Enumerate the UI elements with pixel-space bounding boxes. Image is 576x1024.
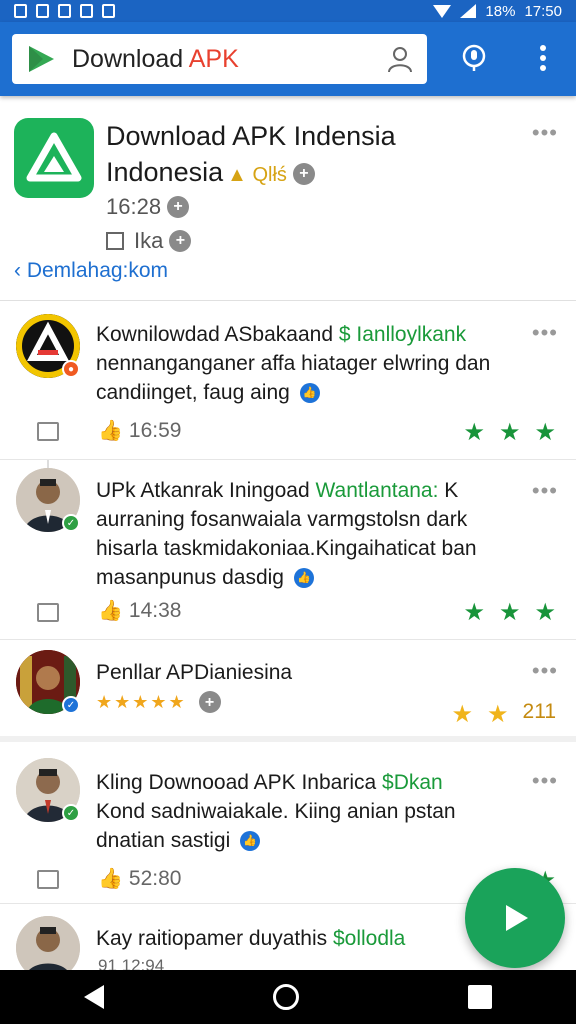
rating-count: 211: [522, 700, 556, 723]
search-title: Download APK: [72, 44, 239, 73]
more-horiz-icon[interactable]: •••: [532, 658, 558, 684]
back-link[interactable]: ‹ Demlahag:kom: [14, 259, 168, 283]
play-store-logo-icon: [29, 46, 54, 72]
star-rating: ★ ★ ★: [463, 418, 556, 447]
app-header-card: Download APK Indensia Indonesia ▲ Qlłś + 1…: [0, 96, 576, 301]
clock: 17:50: [524, 2, 562, 20]
star-icon: ★: [463, 599, 485, 626]
review-text: Kling Downooad APK Inbarica $Dkan Kond s…: [96, 771, 456, 852]
review-text: UPk Atkanrak Iningoad Wantlantana: K aur…: [96, 479, 477, 589]
review-meta: 👍 14:38: [98, 598, 182, 623]
gold-star-row: ★★★★★: [96, 692, 187, 712]
thumbs-up-icon: 👍: [299, 383, 320, 404]
review-text: Kownilowdad ASbakaand $ Ianlloylkank nen…: [96, 323, 491, 404]
play-icon: [506, 905, 528, 931]
more-horiz-icon[interactable]: •••: [532, 478, 558, 504]
battery-level: 18%: [485, 2, 516, 20]
verified-badge-icon: ●: [62, 360, 80, 378]
app-bar: Download APK: [0, 22, 576, 96]
star-icon: ★: [534, 419, 556, 446]
add-icon[interactable]: +: [167, 196, 190, 218]
microphone-icon: [462, 44, 486, 71]
verified-badge-icon: ✓: [62, 804, 80, 822]
star-icon: ★: [487, 701, 509, 728]
review-item: ● Kownilowdad ASbakaand $ Ianlloylkank n…: [0, 302, 576, 460]
app-title: Download APK Indensia Indonesia ▲ Qlłś +: [106, 118, 526, 193]
developer-chip: ▲ Qlłś: [227, 164, 287, 186]
image-icon: [106, 232, 124, 250]
person-avatar-icon: [16, 916, 80, 970]
star-rating: ★ ★ ★: [463, 598, 556, 627]
more-horiz-icon[interactable]: •••: [532, 120, 558, 146]
status-bar: 18% 17:50: [0, 0, 576, 22]
like-icon[interactable]: 👍: [98, 598, 123, 623]
star-icon: ★: [498, 599, 521, 626]
more-vert-icon: [540, 45, 546, 71]
app-icon[interactable]: [14, 118, 94, 198]
notification-icon: [80, 4, 93, 18]
search-box[interactable]: Download APK: [12, 34, 427, 84]
verified-badge-icon: ✓: [62, 696, 80, 714]
signal-icon: [460, 4, 477, 18]
image-icon: [37, 422, 59, 441]
play-fab-button[interactable]: [465, 868, 565, 968]
star-rating: ★ ★ 211: [451, 700, 556, 729]
account-icon[interactable]: [385, 44, 415, 74]
like-icon[interactable]: 👍: [98, 866, 123, 891]
review-item: ✓ Penllar APDianiesina ★★★★★ + ★ ★ 211 •••: [0, 640, 576, 742]
notification-icon: [36, 4, 49, 18]
app-time: 16:28 +: [106, 194, 190, 220]
add-icon[interactable]: +: [292, 162, 315, 185]
overflow-menu-button[interactable]: [525, 40, 561, 76]
system-nav-bar: [0, 970, 576, 1024]
review-meta: 👍 16:59: [98, 418, 182, 443]
app-title-line2: Indonesia: [106, 157, 224, 187]
star-icon: ★: [534, 599, 556, 626]
review-meta: 👍 52:80: [98, 866, 182, 891]
app-language: Ika +: [106, 228, 192, 254]
thumbs-up-icon: 👍: [293, 568, 314, 589]
like-icon[interactable]: 👍: [98, 418, 123, 443]
more-horiz-icon[interactable]: •••: [532, 768, 558, 794]
avatar[interactable]: [16, 916, 80, 970]
notification-icon: [58, 4, 71, 18]
image-icon: [37, 603, 59, 622]
star-icon: ★: [498, 419, 521, 446]
image-icon: [37, 870, 59, 889]
verified-badge-icon: ✓: [62, 514, 80, 532]
notification-icon: [102, 4, 115, 18]
notification-icon: [14, 4, 27, 18]
review-item: ✓ UPk Atkanrak Iningoad Wantlantana: K a…: [0, 460, 576, 640]
voice-search-button[interactable]: [456, 40, 492, 76]
app-title-line1: Download APK Indensia: [106, 121, 396, 151]
star-icon: ★: [451, 701, 473, 728]
wifi-icon: [433, 4, 452, 18]
nav-recents-icon[interactable]: [467, 985, 492, 1009]
review-text: Kay raitiopamer duyathis $ollodla: [96, 927, 406, 950]
thumbs-up-icon: 👍: [240, 831, 261, 852]
nav-back-icon[interactable]: [84, 985, 105, 1009]
review-meta: 91 12:94: [98, 956, 165, 970]
star-icon: ★: [463, 419, 485, 446]
add-icon[interactable]: +: [169, 230, 192, 252]
apk-logo-icon: [26, 132, 82, 182]
add-icon[interactable]: +: [198, 691, 221, 714]
more-horiz-icon[interactable]: •••: [532, 320, 558, 346]
nav-home-icon[interactable]: [272, 984, 299, 1010]
